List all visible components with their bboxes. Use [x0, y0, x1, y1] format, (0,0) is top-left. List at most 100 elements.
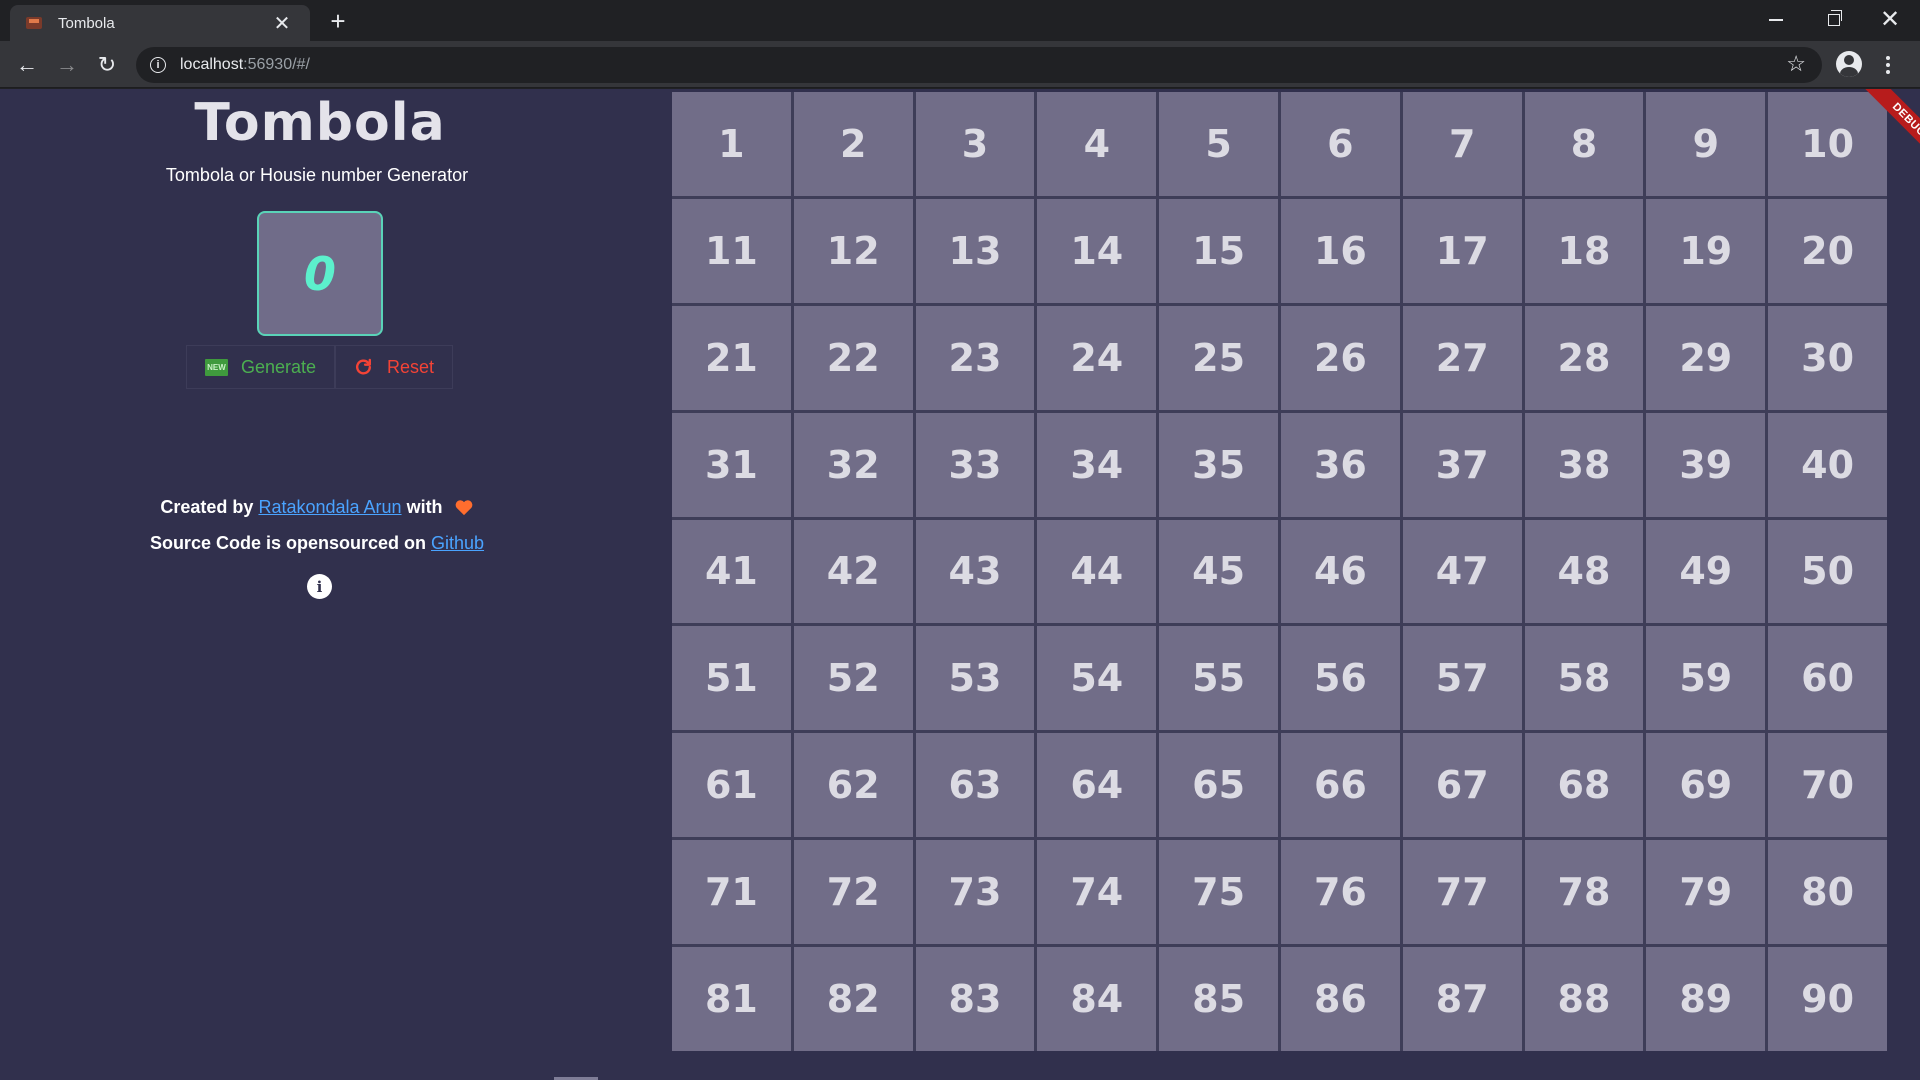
generate-button[interactable]: NEW Generate — [186, 345, 335, 389]
number-cell[interactable]: 54 — [1037, 626, 1157, 731]
number-cell[interactable]: 20 — [1768, 198, 1887, 303]
number-cell[interactable]: 13 — [915, 198, 1035, 303]
number-cell[interactable]: 74 — [1037, 840, 1157, 945]
number-cell[interactable]: 34 — [1037, 412, 1157, 517]
reset-button[interactable]: Reset — [335, 345, 453, 389]
number-cell[interactable]: 66 — [1281, 733, 1400, 838]
back-button[interactable]: ← — [11, 49, 43, 81]
number-cell[interactable]: 21 — [672, 305, 791, 410]
number-cell[interactable]: 26 — [1281, 305, 1400, 410]
number-cell[interactable]: 59 — [1646, 626, 1766, 731]
number-cell[interactable]: 56 — [1281, 626, 1400, 731]
new-tab-button[interactable]: + — [323, 6, 353, 36]
number-cell[interactable]: 53 — [915, 626, 1035, 731]
number-cell[interactable]: 39 — [1646, 412, 1766, 517]
number-cell[interactable]: 31 — [672, 412, 791, 517]
number-cell[interactable]: 41 — [672, 519, 791, 624]
number-cell[interactable]: 32 — [793, 412, 913, 517]
number-cell[interactable]: 68 — [1524, 733, 1644, 838]
number-cell[interactable]: 8 — [1524, 92, 1644, 196]
number-cell[interactable]: 5 — [1159, 92, 1278, 196]
number-cell[interactable]: 22 — [793, 305, 913, 410]
number-cell[interactable]: 60 — [1768, 626, 1887, 731]
number-cell[interactable]: 84 — [1037, 947, 1157, 1051]
tab-close-icon[interactable]: ✕ — [270, 11, 294, 35]
number-cell[interactable]: 45 — [1159, 519, 1278, 624]
number-cell[interactable]: 25 — [1159, 305, 1278, 410]
site-info-icon[interactable]: i — [150, 57, 166, 73]
bookmark-star-icon[interactable]: ☆ — [1786, 51, 1806, 77]
number-cell[interactable]: 24 — [1037, 305, 1157, 410]
number-cell[interactable]: 86 — [1281, 947, 1400, 1051]
number-cell[interactable]: 69 — [1646, 733, 1766, 838]
number-cell[interactable]: 7 — [1402, 92, 1522, 196]
number-cell[interactable]: 67 — [1402, 733, 1522, 838]
number-cell[interactable]: 35 — [1159, 412, 1278, 517]
number-cell[interactable]: 4 — [1037, 92, 1157, 196]
number-cell[interactable]: 23 — [915, 305, 1035, 410]
number-cell[interactable]: 36 — [1281, 412, 1400, 517]
number-cell[interactable]: 51 — [672, 626, 791, 731]
browser-menu-icon[interactable] — [1884, 53, 1892, 77]
number-cell[interactable]: 61 — [672, 733, 791, 838]
number-cell[interactable]: 27 — [1402, 305, 1522, 410]
number-cell[interactable]: 90 — [1768, 947, 1887, 1051]
number-cell[interactable]: 80 — [1768, 840, 1887, 945]
number-cell[interactable]: 40 — [1768, 412, 1887, 517]
number-cell[interactable]: 9 — [1646, 92, 1766, 196]
author-link[interactable]: Ratakondala Arun — [258, 497, 401, 517]
number-cell[interactable]: 70 — [1768, 733, 1887, 838]
number-cell[interactable]: 63 — [915, 733, 1035, 838]
number-cell[interactable]: 1 — [672, 92, 791, 196]
number-cell[interactable]: 15 — [1159, 198, 1278, 303]
number-cell[interactable]: 19 — [1646, 198, 1766, 303]
number-cell[interactable]: 29 — [1646, 305, 1766, 410]
number-cell[interactable]: 30 — [1768, 305, 1887, 410]
reload-button[interactable]: ↻ — [91, 49, 123, 81]
number-cell[interactable]: 12 — [793, 198, 913, 303]
number-cell[interactable]: 52 — [793, 626, 913, 731]
number-cell[interactable]: 77 — [1402, 840, 1522, 945]
number-cell[interactable]: 43 — [915, 519, 1035, 624]
number-cell[interactable]: 72 — [793, 840, 913, 945]
number-cell[interactable]: 81 — [672, 947, 791, 1051]
number-cell[interactable]: 49 — [1646, 519, 1766, 624]
number-cell[interactable]: 48 — [1524, 519, 1644, 624]
number-cell[interactable]: 58 — [1524, 626, 1644, 731]
number-cell[interactable]: 42 — [793, 519, 913, 624]
number-cell[interactable]: 37 — [1402, 412, 1522, 517]
number-cell[interactable]: 10 — [1768, 92, 1887, 196]
number-cell[interactable]: 50 — [1768, 519, 1887, 624]
number-cell[interactable]: 79 — [1646, 840, 1766, 945]
window-minimize-button[interactable] — [1748, 0, 1804, 40]
number-cell[interactable]: 47 — [1402, 519, 1522, 624]
number-cell[interactable]: 55 — [1159, 626, 1278, 731]
number-cell[interactable]: 6 — [1281, 92, 1400, 196]
number-cell[interactable]: 33 — [915, 412, 1035, 517]
number-cell[interactable]: 78 — [1524, 840, 1644, 945]
number-cell[interactable]: 88 — [1524, 947, 1644, 1051]
number-cell[interactable]: 73 — [915, 840, 1035, 945]
number-cell[interactable]: 76 — [1281, 840, 1400, 945]
number-cell[interactable]: 3 — [915, 92, 1035, 196]
profile-avatar-icon[interactable] — [1836, 51, 1862, 77]
window-close-button[interactable]: ✕ — [1862, 0, 1918, 40]
number-cell[interactable]: 17 — [1402, 198, 1522, 303]
address-bar[interactable]: i localhost:56930/#/ ☆ — [136, 47, 1822, 83]
forward-button[interactable]: → — [51, 49, 83, 81]
number-cell[interactable]: 71 — [672, 840, 791, 945]
number-cell[interactable]: 82 — [793, 947, 913, 1051]
number-cell[interactable]: 18 — [1524, 198, 1644, 303]
number-cell[interactable]: 62 — [793, 733, 913, 838]
number-cell[interactable]: 87 — [1402, 947, 1522, 1051]
number-cell[interactable]: 89 — [1646, 947, 1766, 1051]
number-cell[interactable]: 46 — [1281, 519, 1400, 624]
window-restore-button[interactable] — [1806, 0, 1862, 40]
number-cell[interactable]: 38 — [1524, 412, 1644, 517]
number-cell[interactable]: 28 — [1524, 305, 1644, 410]
number-cell[interactable]: 16 — [1281, 198, 1400, 303]
github-link[interactable]: Github — [431, 533, 484, 553]
number-cell[interactable]: 11 — [672, 198, 791, 303]
number-cell[interactable]: 75 — [1159, 840, 1278, 945]
number-cell[interactable]: 65 — [1159, 733, 1278, 838]
